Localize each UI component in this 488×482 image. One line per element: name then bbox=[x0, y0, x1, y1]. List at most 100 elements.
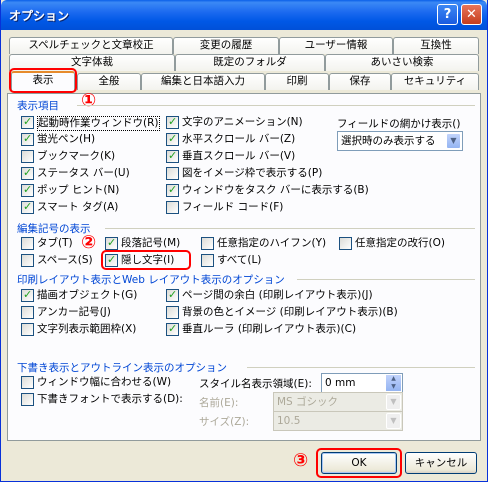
checkbox-box[interactable] bbox=[166, 288, 179, 302]
checkbox-draft-font[interactable]: 下書きフォントで表示する(D): bbox=[21, 393, 183, 407]
checkbox-highlight[interactable]: 蛍光ペン(H) bbox=[21, 132, 95, 147]
divider bbox=[105, 228, 475, 229]
checkbox-box[interactable] bbox=[339, 237, 352, 250]
checkbox-wrap-to-window[interactable]: ウィンドウ幅に合わせる(W) bbox=[21, 376, 171, 390]
tab-general[interactable]: 全般 bbox=[77, 73, 141, 90]
checkbox-optional-breaks[interactable]: 任意指定の改行(O) bbox=[339, 237, 445, 251]
checkbox-box[interactable] bbox=[166, 167, 179, 180]
checkbox-box[interactable] bbox=[21, 183, 34, 197]
tab-track-changes[interactable]: 変更の履歴 bbox=[173, 37, 279, 54]
window-title: オプション bbox=[9, 9, 70, 23]
tab-save[interactable]: 保存 bbox=[329, 73, 391, 90]
tab-default-folders[interactable]: 既定のフォルダ bbox=[175, 54, 325, 71]
checkbox-windows-in-taskbar[interactable]: ウィンドウをタスク バーに表示する(B) bbox=[166, 183, 369, 198]
field-shading-select[interactable]: 選択時のみ表示する ▼ bbox=[337, 131, 463, 151]
checkbox-label: ステータス バー(U) bbox=[37, 167, 130, 179]
checkbox-box[interactable] bbox=[201, 237, 214, 250]
tab-user-info[interactable]: ユーザー情報 bbox=[279, 37, 393, 54]
checkbox-box[interactable] bbox=[21, 288, 34, 302]
highlight-ok-button bbox=[316, 448, 402, 478]
font-name-select[interactable]: MS ゴシック ▼ bbox=[273, 392, 403, 412]
tab-compatibility[interactable]: 互換性 bbox=[393, 37, 479, 54]
checkbox-bookmarks[interactable]: ブックマーク(K) bbox=[21, 150, 115, 164]
checkbox-spaces[interactable]: スペース(S) bbox=[21, 254, 93, 268]
tab-print[interactable]: 印刷 bbox=[265, 73, 329, 90]
checkbox-box[interactable] bbox=[166, 115, 179, 129]
cancel-button[interactable]: キャンセル bbox=[405, 452, 477, 474]
checkbox-text-animation[interactable]: 文字のアニメーション(N) bbox=[166, 115, 303, 130]
checkbox-box[interactable] bbox=[21, 237, 34, 250]
checkbox-smart-tags[interactable]: スマート タグ(A) bbox=[21, 200, 119, 215]
checkbox-text-boundaries[interactable]: 文字列表示範囲枠(X) bbox=[21, 323, 136, 337]
checkbox-box[interactable] bbox=[21, 150, 34, 163]
style-area-value: 0 mm bbox=[325, 377, 356, 389]
checkbox-field-codes[interactable]: フィールド コード(F) bbox=[166, 201, 283, 215]
checkbox-picture-placeholders[interactable]: 図をイメージ枠で表示する(P) bbox=[166, 167, 322, 181]
section-draft-outline: 下書き表示とアウトライン表示のオプション bbox=[17, 362, 227, 374]
divider bbox=[297, 279, 475, 280]
style-area-spin[interactable]: 0 mm ▲ ▼ bbox=[321, 373, 403, 393]
checkbox-label: スマート タグ(A) bbox=[37, 201, 119, 213]
checkbox-status-bar[interactable]: ステータス バー(U) bbox=[21, 166, 130, 181]
annotation-2: ② bbox=[81, 232, 97, 253]
checkbox-box[interactable] bbox=[21, 115, 34, 129]
checkbox-vscroll[interactable]: 垂直スクロール バー(V) bbox=[166, 149, 295, 164]
checkbox-drawings[interactable]: 描画オブジェクト(G) bbox=[21, 288, 138, 303]
checkbox-tabs[interactable]: タブ(T) bbox=[21, 237, 73, 251]
highlight-view-tab bbox=[9, 68, 77, 93]
help-button[interactable]: ? bbox=[437, 4, 458, 25]
checkbox-box[interactable] bbox=[21, 323, 34, 336]
chevron-down-icon[interactable]: ▼ bbox=[446, 133, 461, 149]
tab-edit[interactable]: 編集と日本語入力 bbox=[141, 73, 265, 90]
annotation-1: ① bbox=[81, 90, 97, 111]
checkbox-label: 描画オブジェクト(G) bbox=[37, 289, 138, 301]
checkbox-paragraph-marks[interactable]: 段落記号(M) bbox=[105, 236, 180, 251]
checkbox-label: フィールド コード(F) bbox=[182, 201, 284, 213]
checkbox-label: 起動時作業ウィンドウ(R) bbox=[37, 116, 160, 131]
checkbox-background[interactable]: 背景の色とイメージ (印刷レイアウト表示)(B) bbox=[166, 306, 398, 320]
font-size-select[interactable]: 10.5 ▼ bbox=[273, 411, 403, 431]
tab-fuzzy-search[interactable]: あいさい検索 bbox=[325, 54, 479, 71]
checkbox-box[interactable] bbox=[166, 322, 179, 336]
checkbox-optional-hyphens[interactable]: 任意指定のハイフン(Y) bbox=[201, 237, 326, 251]
checkbox-box[interactable] bbox=[21, 393, 34, 406]
checkbox-box[interactable] bbox=[166, 306, 179, 319]
checkbox-startup-task-pane[interactable]: 起動時作業ウィンドウ(R) bbox=[21, 115, 160, 131]
section-display: 表示項目 bbox=[17, 100, 59, 112]
chevron-down-icon[interactable]: ▼ bbox=[386, 413, 401, 429]
field-shading-label: フィールドの網かけ表示() bbox=[337, 118, 461, 130]
checkbox-box[interactable] bbox=[105, 236, 118, 250]
checkbox-vertical-ruler[interactable]: 垂直ルーラ (印刷レイアウト表示)(C) bbox=[166, 322, 356, 337]
checkbox-white-space[interactable]: ページ間の余白 (印刷レイアウト表示)(J) bbox=[166, 288, 373, 303]
checkbox-label: 文字のアニメーション(N) bbox=[182, 116, 303, 128]
section-formatting-marks: 編集記号の表示 bbox=[17, 223, 91, 235]
checkbox-label: ウィンドウ幅に合わせる(W) bbox=[37, 376, 172, 388]
checkbox-box[interactable] bbox=[21, 200, 34, 214]
checkbox-box[interactable] bbox=[21, 254, 34, 267]
chevron-down-icon[interactable]: ▼ bbox=[386, 394, 401, 410]
checkbox-box[interactable] bbox=[21, 306, 34, 319]
checkbox-box[interactable] bbox=[201, 254, 214, 267]
checkbox-all-marks[interactable]: すべて(L) bbox=[201, 254, 261, 268]
checkbox-hscroll[interactable]: 水平スクロール バー(Z) bbox=[166, 132, 296, 147]
checkbox-label: 水平スクロール バー(Z) bbox=[182, 133, 296, 145]
checkbox-box[interactable] bbox=[166, 132, 179, 146]
font-name-label: 名前(E): bbox=[199, 397, 239, 409]
checkbox-box[interactable] bbox=[166, 183, 179, 197]
checkbox-box[interactable] bbox=[21, 166, 34, 180]
tab-security[interactable]: セキュリティ bbox=[391, 73, 479, 90]
checkbox-box[interactable] bbox=[21, 376, 34, 389]
checkbox-popup-hints[interactable]: ポップ ヒント(N) bbox=[21, 183, 119, 198]
checkbox-box[interactable] bbox=[166, 201, 179, 214]
checkbox-box[interactable] bbox=[166, 149, 179, 163]
checkbox-box[interactable] bbox=[21, 132, 34, 146]
checkbox-label: 図をイメージ枠で表示する(P) bbox=[182, 167, 323, 179]
spinner-icon[interactable]: ▲ ▼ bbox=[386, 375, 401, 391]
checkbox-anchors[interactable]: アンカー記号(J) bbox=[21, 306, 111, 320]
tab-spelling[interactable]: スペルチェックと文章校正 bbox=[9, 37, 173, 54]
checkbox-label: アンカー記号(J) bbox=[37, 306, 111, 318]
close-button[interactable]: ✕ bbox=[461, 4, 482, 25]
checkbox-label: 背景の色とイメージ (印刷レイアウト表示)(B) bbox=[182, 306, 398, 318]
checkbox-label: タブ(T) bbox=[37, 237, 73, 249]
checkbox-label: ウィンドウをタスク バーに表示する(B) bbox=[182, 184, 369, 196]
